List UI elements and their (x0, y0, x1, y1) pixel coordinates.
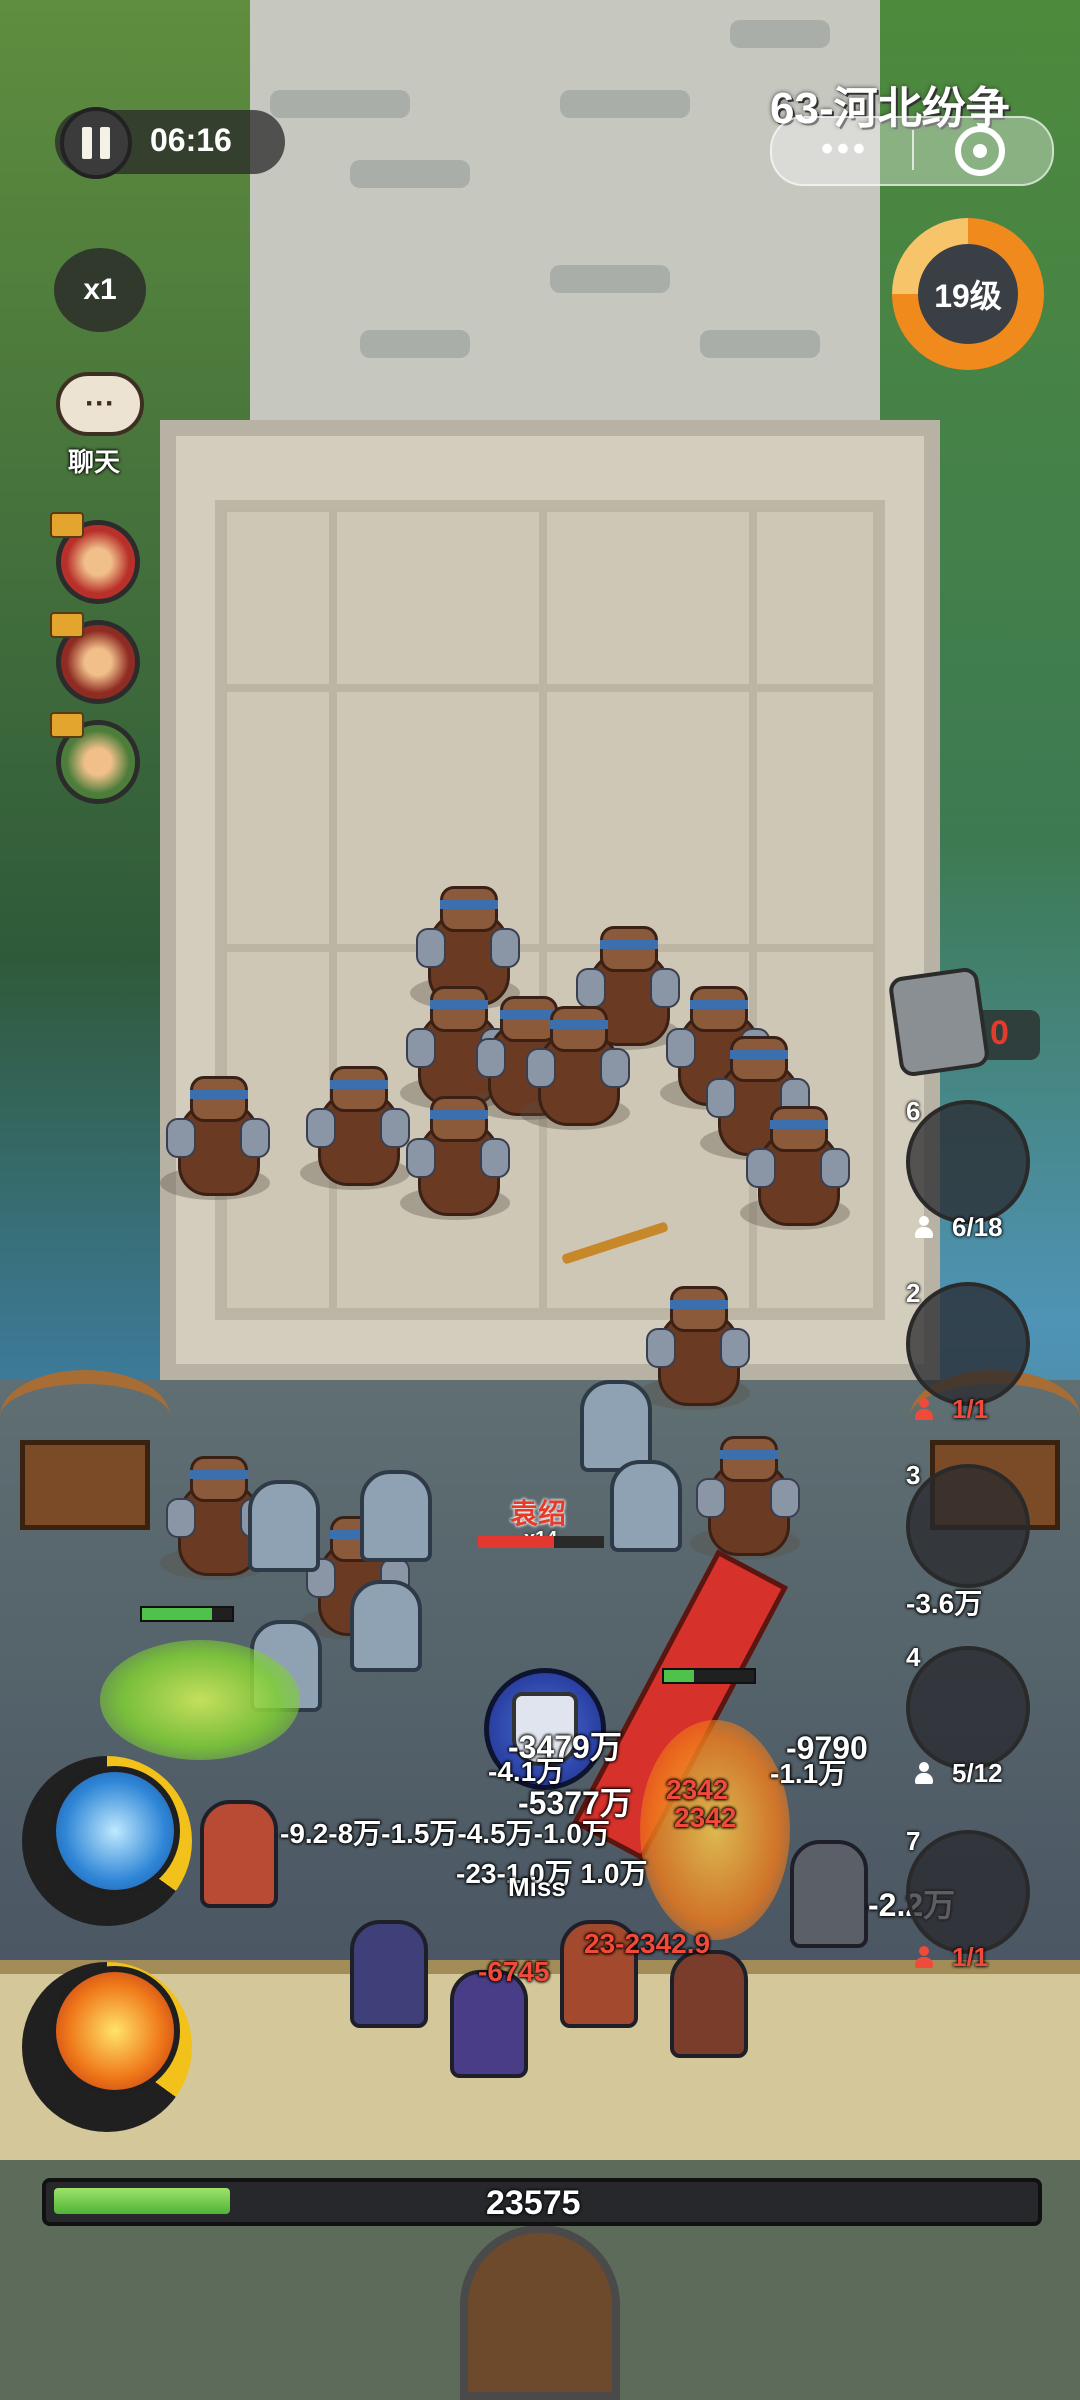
game-timer: 06:16 (150, 122, 232, 158)
pause-icon (82, 127, 92, 159)
top-stone-wall (250, 0, 880, 430)
ally-hp-bar (140, 1606, 234, 1622)
damage-text-red: 2342 (674, 1802, 737, 1833)
ally-soldier (350, 1920, 428, 2028)
enemy-soldier (400, 1090, 510, 1220)
unit-slot-3[interactable] (906, 1464, 1030, 1588)
unit-slot-number: 3 (906, 1460, 921, 1490)
shield-soldier (350, 1580, 422, 1672)
boss-name: 袁绍 (510, 1498, 567, 1529)
left-ballista (0, 1350, 170, 1530)
damage-text: -1.1万 (770, 1758, 847, 1789)
wave-progress-fill (54, 2188, 230, 2214)
target-icon (973, 144, 987, 158)
person-icon (914, 1398, 934, 1420)
pause-button[interactable] (60, 107, 132, 179)
crown-icon (50, 512, 84, 538)
enemy-soldier (640, 1280, 750, 1410)
miss-text: Miss (508, 1872, 566, 1902)
command-token-icon[interactable] (887, 966, 991, 1078)
enemy-soldier (160, 1070, 270, 1200)
chat-icon: ··· (56, 372, 144, 436)
unit-slot-number: 6 (906, 1096, 921, 1126)
damage-text-red: -6745 (478, 1956, 550, 1987)
pause-icon-bar (100, 127, 110, 159)
crown-icon (50, 612, 84, 638)
shield-soldier (580, 1380, 652, 1472)
person-icon (914, 1216, 934, 1238)
boss-hp-fill (478, 1536, 554, 1548)
enemy-soldier (690, 1430, 800, 1560)
green-skill-aura (100, 1640, 300, 1760)
token-count: 0 (990, 1014, 1009, 1052)
unit-slot-number: 7 (906, 1826, 921, 1856)
unit-slot-count: 5/12 (952, 1758, 1003, 1788)
shield-soldier (610, 1460, 682, 1552)
fire-hammer-skill-button[interactable] (50, 1966, 180, 2096)
damage-text: -9.2-8万-1.5万-4.5万-1.0万 (280, 1818, 610, 1849)
chat-button[interactable]: ··· 聊天 (52, 372, 150, 482)
unit-slot-count: 1/1 (952, 1394, 989, 1424)
unit-slot-count: 6/18 (952, 1212, 1003, 1242)
city-gate (460, 2225, 620, 2400)
unit-slot-7[interactable] (906, 1830, 1030, 1954)
chat-label: 聊天 (68, 447, 121, 477)
water-wave-skill-button[interactable] (50, 1766, 180, 1896)
damage-text: -3.6万 (906, 1588, 983, 1619)
unit-slot-number: 2 (906, 1278, 921, 1308)
ally-hp-bar (662, 1668, 756, 1684)
ally-soldier (670, 1950, 748, 2058)
ally-soldier (200, 1800, 278, 1908)
shield-soldier (248, 1480, 320, 1572)
unit-slot-number: 4 (906, 1642, 921, 1672)
wave-progress-value: 23575 (486, 2184, 581, 2222)
shield-soldier (360, 1470, 432, 1562)
enemy-soldier (740, 1100, 850, 1230)
capsule-divider (912, 130, 914, 170)
unit-slot-count: 1/1 (952, 1942, 989, 1972)
person-icon (914, 1946, 934, 1968)
player-level: 19级 (918, 244, 1018, 344)
person-icon (914, 1762, 934, 1784)
damage-text-red: 23-2342.9 (584, 1928, 711, 1959)
speed-toggle-button[interactable]: x1 (54, 248, 146, 332)
close-button[interactable] (955, 126, 1005, 176)
more-button[interactable]: ••• (785, 120, 905, 178)
ally-soldier (790, 1840, 868, 1948)
unit-slot-2[interactable] (906, 1282, 1030, 1406)
unit-slot-4[interactable] (906, 1646, 1030, 1770)
crown-icon (50, 712, 84, 738)
unit-slot-6[interactable] (906, 1100, 1030, 1224)
enemy-soldier (520, 1000, 630, 1130)
enemy-soldier (300, 1060, 410, 1190)
